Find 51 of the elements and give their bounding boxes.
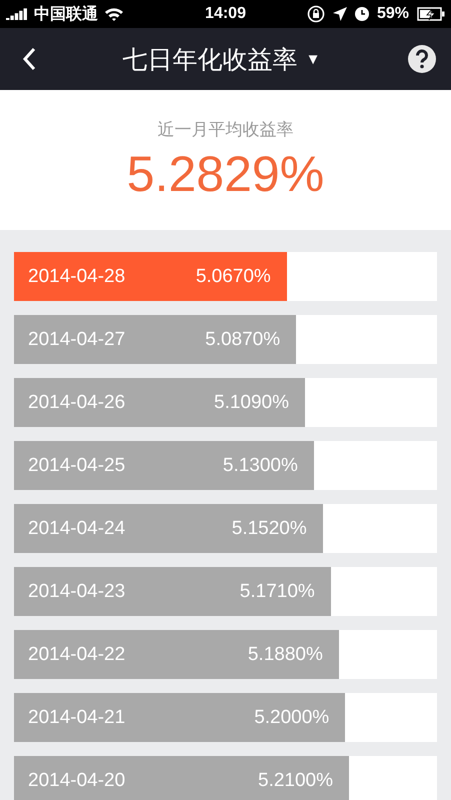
date-label: 2014-04-27 [28, 328, 126, 350]
battery-percent: 59% [376, 5, 410, 23]
alarm-clock-icon [354, 7, 369, 21]
yield-value: 5.2100% [258, 770, 334, 792]
yield-bar-track[interactable]: 2014-04-24 5.1520% [14, 504, 437, 553]
rotation-lock-icon [306, 5, 325, 23]
wifi-icon [104, 6, 124, 22]
yield-bar[interactable]: 2014-04-27 5.0870% [14, 315, 296, 364]
yield-bar[interactable]: 2014-04-22 5.1880% [14, 630, 339, 679]
yield-bar-track[interactable]: 2014-04-25 5.1300% [14, 441, 437, 490]
location-arrow-icon [332, 7, 347, 21]
yield-value: 5.2000% [254, 706, 330, 728]
yield-value: 5.1300% [222, 454, 298, 476]
help-icon[interactable] [407, 44, 437, 74]
yield-bar[interactable]: 2014-04-21 5.2000% [14, 693, 346, 742]
yield-bar[interactable]: 2014-04-23 5.1710% [14, 567, 331, 616]
average-yield-label: 近一月平均收益率 [158, 119, 294, 141]
date-label: 2014-04-25 [28, 454, 126, 476]
yield-bar-track[interactable]: 2014-04-26 5.1090% [14, 378, 437, 427]
clock-time: 14:09 [205, 5, 246, 23]
yield-bar[interactable]: 2014-04-25 5.1300% [14, 441, 314, 490]
signal-icon [6, 8, 28, 20]
date-label: 2014-04-24 [28, 518, 126, 540]
date-label: 2014-04-21 [28, 706, 126, 728]
yield-bar-track[interactable]: 2014-04-28 5.0670% [14, 252, 437, 301]
yield-value: 5.1880% [248, 644, 323, 666]
yield-bar[interactable]: 2014-04-20 5.2100% [14, 756, 350, 800]
date-label: 2014-04-26 [28, 392, 126, 414]
yield-value: 5.1520% [232, 518, 307, 540]
date-label: 2014-04-28 [28, 266, 126, 288]
yield-bar-track[interactable]: 2014-04-23 5.1710% [14, 567, 437, 616]
date-label: 2014-04-23 [28, 580, 126, 602]
battery-charging-icon [417, 7, 446, 21]
dropdown-arrow[interactable]: ▼ [306, 50, 320, 68]
yield-bar-track[interactable]: 2014-04-27 5.0870% [14, 315, 437, 364]
yield-bar-track[interactable]: 2014-04-20 5.2100% [14, 756, 437, 800]
yield-value: 5.0870% [205, 328, 280, 350]
date-label: 2014-04-22 [28, 644, 126, 666]
yield-value: 5.1090% [214, 392, 290, 414]
average-yield-value: 5.2829% [126, 145, 324, 203]
yield-value: 5.1710% [240, 580, 315, 602]
yield-bar[interactable]: 2014-04-24 5.1520% [14, 504, 323, 553]
date-label: 2014-04-20 [28, 770, 126, 792]
back-icon[interactable] [22, 47, 36, 71]
carrier-name: 中国联通 [34, 4, 98, 24]
page-title[interactable]: 七日年化收益率 [122, 42, 298, 76]
yield-bar[interactable]: 2014-04-26 5.1090% [14, 378, 306, 427]
yield-bar-track[interactable]: 2014-04-21 5.2000% [14, 693, 437, 742]
yield-bar[interactable]: 2014-04-28 5.0670% [14, 252, 287, 301]
yield-bar-track[interactable]: 2014-04-22 5.1880% [14, 630, 437, 679]
yield-value: 5.0670% [196, 266, 271, 288]
